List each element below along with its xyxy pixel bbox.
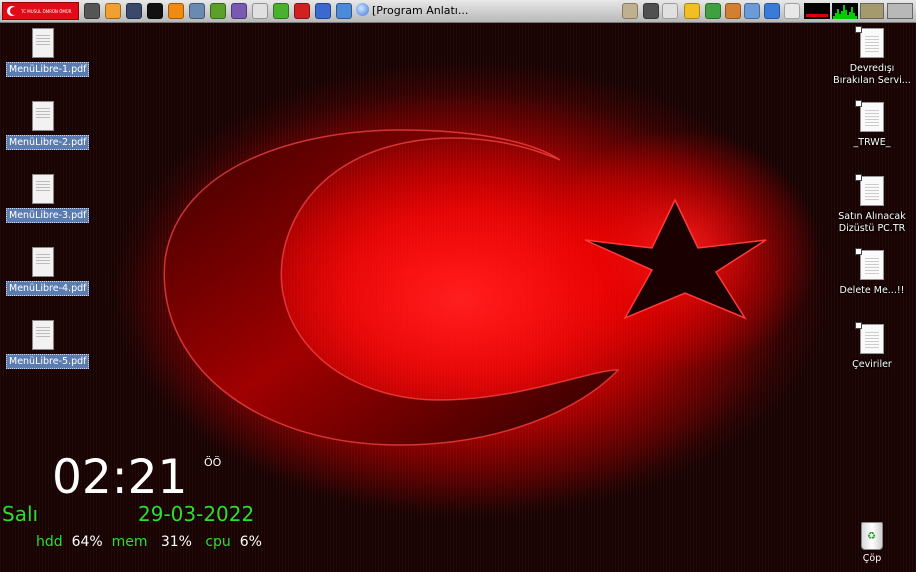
desktop-shortcut-label: Satın Alınacak <box>838 211 906 222</box>
trash-icon-item[interactable]: ♻ Çöp <box>848 522 896 564</box>
desktop-file-pdf[interactable]: MenüLibre-5.pdf <box>6 320 90 369</box>
desktop-shortcut[interactable]: Çeviriler <box>829 322 915 371</box>
pdf-thumbnail-icon <box>32 101 54 131</box>
pdf-thumbnail-icon <box>32 247 54 277</box>
desktop-shortcut-label: _TRWE_ <box>853 137 891 148</box>
desktop-shortcut[interactable]: Delete Me...!! <box>829 248 915 297</box>
desktop-file-pdf[interactable]: MenüLibre-3.pdf <box>6 174 90 223</box>
inkscape-icon[interactable] <box>252 3 268 19</box>
window-button[interactable]: [Program Anlatı... <box>356 2 606 20</box>
desktop-file-label: MenüLibre-4.pdf <box>6 281 90 296</box>
usb-icon[interactable] <box>662 3 678 19</box>
amazon-icon[interactable] <box>147 3 163 19</box>
pdf-thumbnail-icon <box>32 28 54 58</box>
globe-icon[interactable] <box>336 3 352 19</box>
shield-icon[interactable] <box>705 3 721 19</box>
desktop-shortcut[interactable]: Satın Alınacak Dizüstü PC.TR <box>829 174 915 235</box>
desktop-file-label: MenüLibre-3.pdf <box>6 208 90 223</box>
workspace-2[interactable] <box>887 3 913 19</box>
cpu-value: 6% <box>239 534 262 550</box>
pdf-thumbnail-icon <box>32 174 54 204</box>
conky-date: 29-03-2022 <box>138 502 255 526</box>
cherry-icon[interactable] <box>294 3 310 19</box>
document-shortcut-icon <box>855 100 884 132</box>
update-icon[interactable] <box>210 3 226 19</box>
hdd-value: 64% <box>71 534 103 550</box>
document-shortcut-icon <box>855 322 884 354</box>
network-graph[interactable] <box>804 3 830 19</box>
leaf-icon[interactable] <box>273 3 289 19</box>
cpu-graph[interactable] <box>832 3 858 19</box>
desktop-file-pdf[interactable]: MenüLibre-2.pdf <box>6 101 90 150</box>
trash-icon: ♻ <box>861 522 883 550</box>
vlc-icon[interactable] <box>168 3 184 19</box>
desktop-shortcut[interactable]: _TRWE_ <box>829 100 915 149</box>
clipboard-icon[interactable] <box>622 3 638 19</box>
start-menu-button[interactable]: TC MUSUL ÖMRÜN ÖMÜR <box>2 2 79 20</box>
trash-label: Çöp <box>862 553 882 564</box>
desktop-file-pdf[interactable]: MenüLibre-4.pdf <box>6 247 90 296</box>
desktop-file-label: MenüLibre-5.pdf <box>6 354 90 369</box>
desktop-shortcut-label: Çeviriler <box>852 359 892 370</box>
download-icon[interactable] <box>764 3 780 19</box>
network-graph-bar <box>806 14 828 17</box>
hdd-label: hdd <box>36 534 63 550</box>
workspace-1[interactable] <box>860 3 884 19</box>
desktop-shortcut-label-line2: Dizüstü PC.TR <box>838 223 906 234</box>
cpu-graph-bar <box>855 16 857 19</box>
mem-label: mem <box>111 534 148 550</box>
desktop-file-label: MenüLibre-2.pdf <box>6 135 90 150</box>
network-icon[interactable] <box>744 3 760 19</box>
desktop-shortcut-label: Delete Me...!! <box>839 285 905 296</box>
window-title: [Program Anlatı... <box>372 4 469 17</box>
conky-ampm: ÖÖ <box>204 456 222 469</box>
mem-value: 31% <box>160 534 192 550</box>
logo-text: TC MUSUL ÖMRÜN ÖMÜR <box>21 9 72 14</box>
gallery-icon[interactable] <box>189 3 205 19</box>
windows-icon[interactable] <box>784 3 800 19</box>
crescent-icon <box>7 6 18 16</box>
cpu-label: cpu <box>205 534 231 550</box>
desktop-shortcut[interactable]: Devredışı Bırakılan Servi... <box>829 26 915 87</box>
window-app-icon <box>356 3 369 16</box>
conky-stats: hdd 64% mem 31% cpu 6% <box>36 534 262 550</box>
document-shortcut-icon <box>855 248 884 280</box>
document-shortcut-icon <box>855 174 884 206</box>
document-shortcut-icon <box>855 26 884 58</box>
chat-icon[interactable] <box>315 3 331 19</box>
desktop-shortcut-label: Devredışı <box>849 63 895 74</box>
volume-icon[interactable] <box>725 3 741 19</box>
conky-day: Salı <box>2 502 39 526</box>
desktop-file-label: MenüLibre-1.pdf <box>6 62 90 77</box>
notes-icon[interactable] <box>105 3 121 19</box>
conky-time: 02:21 <box>52 450 188 505</box>
desktop-shortcut-label-line2: Bırakılan Servi... <box>833 75 911 86</box>
search-icon[interactable] <box>84 3 100 19</box>
monitor-icon[interactable] <box>126 3 142 19</box>
disk-icon[interactable] <box>643 3 659 19</box>
pdf-thumbnail-icon <box>32 320 54 350</box>
calculator-icon[interactable] <box>231 3 247 19</box>
wifi-icon[interactable] <box>684 3 700 19</box>
desktop-file-pdf[interactable]: MenüLibre-1.pdf <box>6 28 90 77</box>
taskbar: TC MUSUL ÖMRÜN ÖMÜR [Program Anlatı... <box>0 0 916 23</box>
